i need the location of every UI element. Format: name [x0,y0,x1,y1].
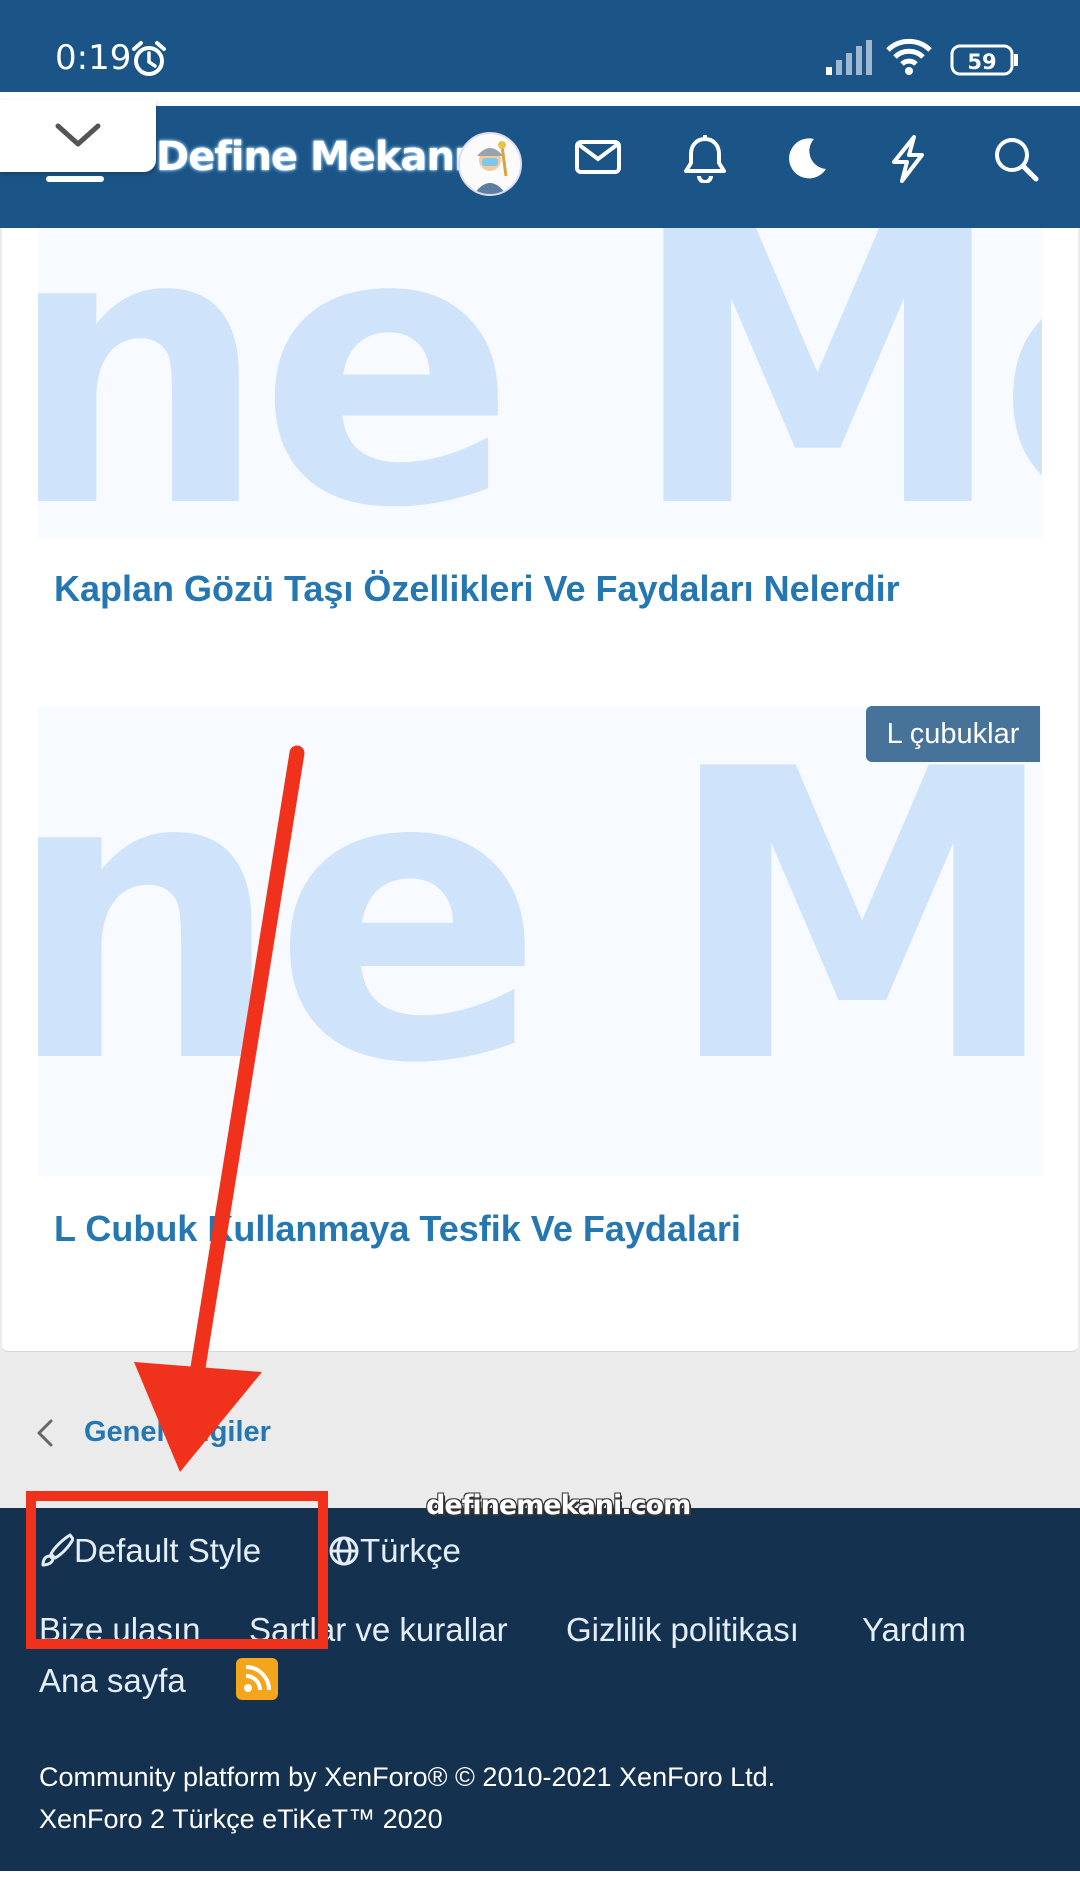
annotation-arrow [134,745,305,1472]
